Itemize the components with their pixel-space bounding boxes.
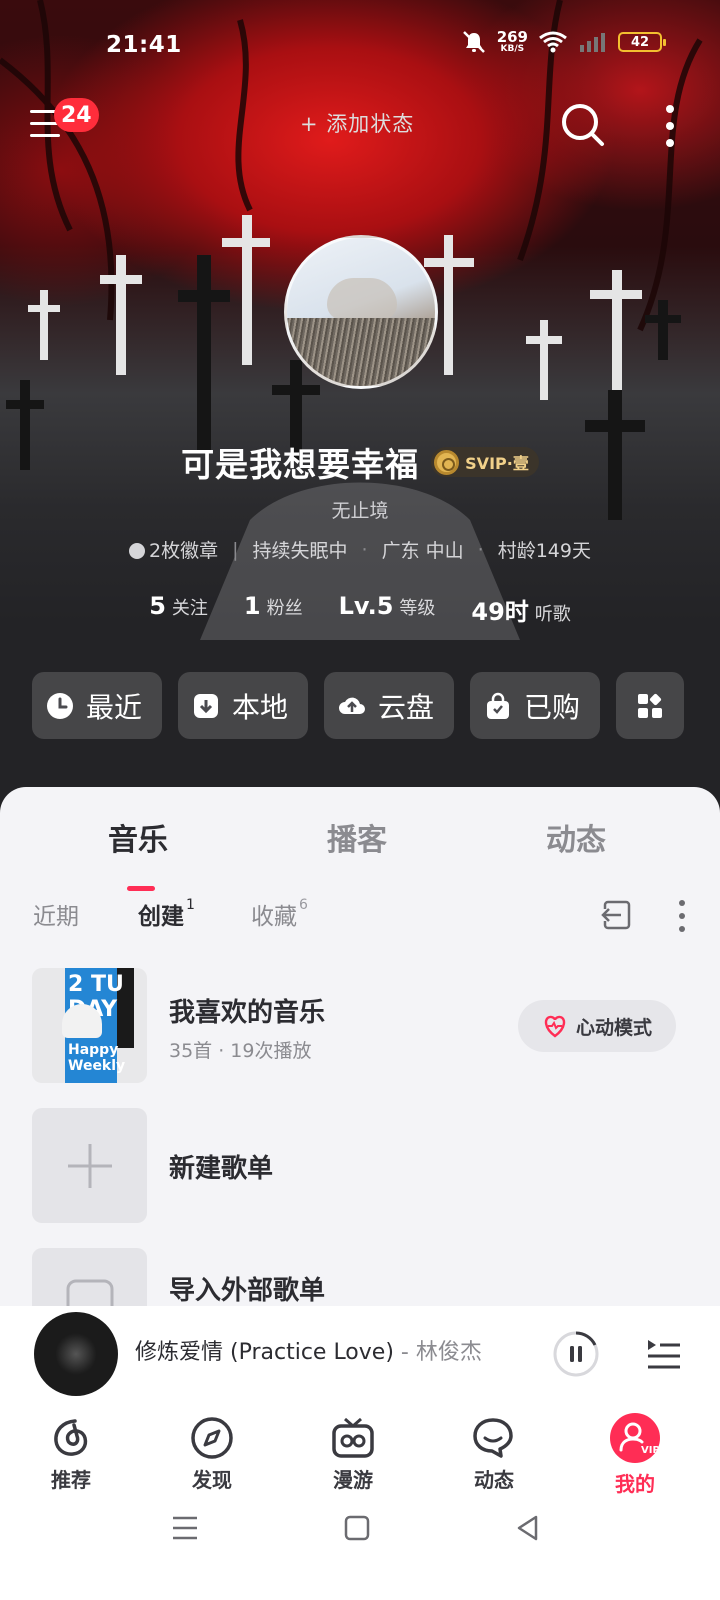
home-icon[interactable] (343, 1514, 371, 1542)
bottom-nav: 推荐 发现 漫游 动态 VIP 我的 (0, 1404, 720, 1504)
account-age: 村龄149天 (497, 540, 591, 562)
nav-activity[interactable]: 动态 (449, 1416, 539, 1493)
location: 广东 中山 (381, 540, 464, 562)
wifi-icon (539, 31, 567, 53)
playlist-meta: 35首 · 19次播放 (169, 1040, 312, 1062)
cloud-button[interactable]: 云盘 (324, 672, 454, 739)
import-box-icon (66, 1279, 113, 1307)
chat-bubble-icon (473, 1418, 513, 1458)
create-playlist-label: 新建歌单 (169, 1154, 274, 1184)
user-vip-icon: VIP (610, 1413, 660, 1463)
netease-logo-icon (54, 1419, 88, 1456)
search-icon[interactable] (560, 102, 606, 148)
playlist-cover: 2 TU DAY Happy Weekly (32, 968, 147, 1083)
subtab-collected[interactable]: 收藏 6 (251, 897, 308, 931)
back-icon[interactable] (514, 1514, 542, 1542)
more-vertical-icon[interactable] (664, 104, 676, 148)
signal-icon (580, 33, 605, 52)
import-playlist-item[interactable]: 导入外部歌单 (32, 1248, 692, 1307)
nav-mine[interactable]: VIP 我的 (590, 1413, 680, 1497)
avatar[interactable] (284, 235, 438, 389)
tab-activity[interactable]: 动态 (546, 815, 606, 859)
profile-info: 2枚徽章 | 持续失眠中 · 广东 中山 · 村龄149天 (0, 536, 720, 563)
more-apps-button[interactable] (616, 672, 684, 739)
notification-badge: 24 (54, 98, 99, 132)
heartbeat-icon (544, 1015, 566, 1038)
import-icon[interactable] (599, 899, 633, 933)
badges-link[interactable]: 2枚徽章 (129, 536, 218, 563)
shopping-bag-icon (487, 692, 509, 719)
network-speed: 269 KB/S (496, 28, 528, 54)
compass-icon (191, 1417, 233, 1459)
battery-indicator: 42 (618, 32, 666, 52)
import-playlist-label: 导入外部歌单 (169, 1276, 326, 1306)
radio-icon (332, 1417, 374, 1458)
username: 可是我想要幸福 (181, 445, 420, 484)
playlist-title: 我喜欢的音乐 (169, 998, 326, 1028)
stat-level[interactable]: Lv.5 等级 (339, 592, 436, 627)
local-button[interactable]: 本地 (178, 672, 308, 739)
stat-followers[interactable]: 1 粉丝 (244, 592, 303, 627)
tab-podcast[interactable]: 播客 (327, 815, 387, 859)
purchased-button[interactable]: 已购 (470, 672, 600, 739)
nav-roam[interactable]: 漫游 (308, 1416, 398, 1493)
playlist-queue-icon[interactable] (646, 1336, 682, 1372)
content-sheet: 音乐 播客 动态 近期 创建1 收藏6 2 TU DAY Happy Weekl… (0, 787, 720, 1307)
medal-icon (129, 543, 146, 559)
plus-icon (67, 1143, 112, 1188)
svip-badge[interactable]: SVIP·壹 (431, 447, 539, 477)
system-navigation-bar (0, 1504, 720, 1600)
import-cover (32, 1248, 147, 1307)
clock: 21:41 (106, 32, 182, 58)
pause-icon[interactable] (552, 1330, 600, 1378)
nav-discover[interactable]: 发现 (167, 1416, 257, 1493)
recent-button[interactable]: 最近 (32, 672, 162, 739)
active-tab-indicator (127, 886, 155, 891)
album-disc[interactable] (34, 1312, 118, 1396)
vip-coin-icon (434, 449, 460, 475)
heartbeat-mode-button[interactable]: 心动模式 (518, 1000, 676, 1052)
mood: 持续失眠中 (252, 540, 348, 562)
add-status-button[interactable]: + 添加状态 (300, 108, 414, 138)
quick-actions: 最近 本地 云盘 已购 (32, 672, 684, 739)
stat-following[interactable]: 5 关注 (149, 592, 208, 627)
profile-stats: 5 关注 1 粉丝 Lv.5 等级 49时 听歌 (0, 592, 720, 627)
cloud-upload-icon (339, 697, 365, 714)
playlist-item-liked[interactable]: 2 TU DAY Happy Weekly 我喜欢的音乐 35首 · 19次播放… (32, 968, 692, 1083)
clock-icon (47, 692, 73, 719)
recent-apps-icon[interactable] (170, 1514, 200, 1542)
tab-music[interactable]: 音乐 (108, 815, 168, 859)
grid-icon (638, 693, 662, 718)
status-bar: 21:41 269 KB/S 42 (0, 28, 720, 64)
mute-bell-icon (462, 31, 485, 53)
plus-icon: + (300, 112, 327, 136)
now-playing-title: 修炼爱情 (Practice Love) - 林俊杰 (135, 1340, 482, 1365)
more-vertical-icon[interactable] (678, 899, 686, 933)
add-cover (32, 1108, 147, 1223)
signature: 无止境 (331, 500, 389, 522)
nav-recommend[interactable]: 推荐 (26, 1416, 116, 1493)
stat-listen-time[interactable]: 49时 听歌 (471, 592, 570, 627)
mini-player[interactable]: 修炼爱情 (Practice Love) - 林俊杰 (0, 1306, 720, 1404)
download-box-icon (194, 693, 218, 718)
profile-name-row: 可是我想要幸福 SVIP·壹 (0, 438, 720, 486)
svg-text:VIP: VIP (641, 1445, 660, 1456)
create-playlist-item[interactable]: 新建歌单 (32, 1108, 692, 1223)
subtab-created[interactable]: 创建 1 (138, 897, 195, 931)
subtab-recent[interactable]: 近期 (33, 897, 79, 931)
